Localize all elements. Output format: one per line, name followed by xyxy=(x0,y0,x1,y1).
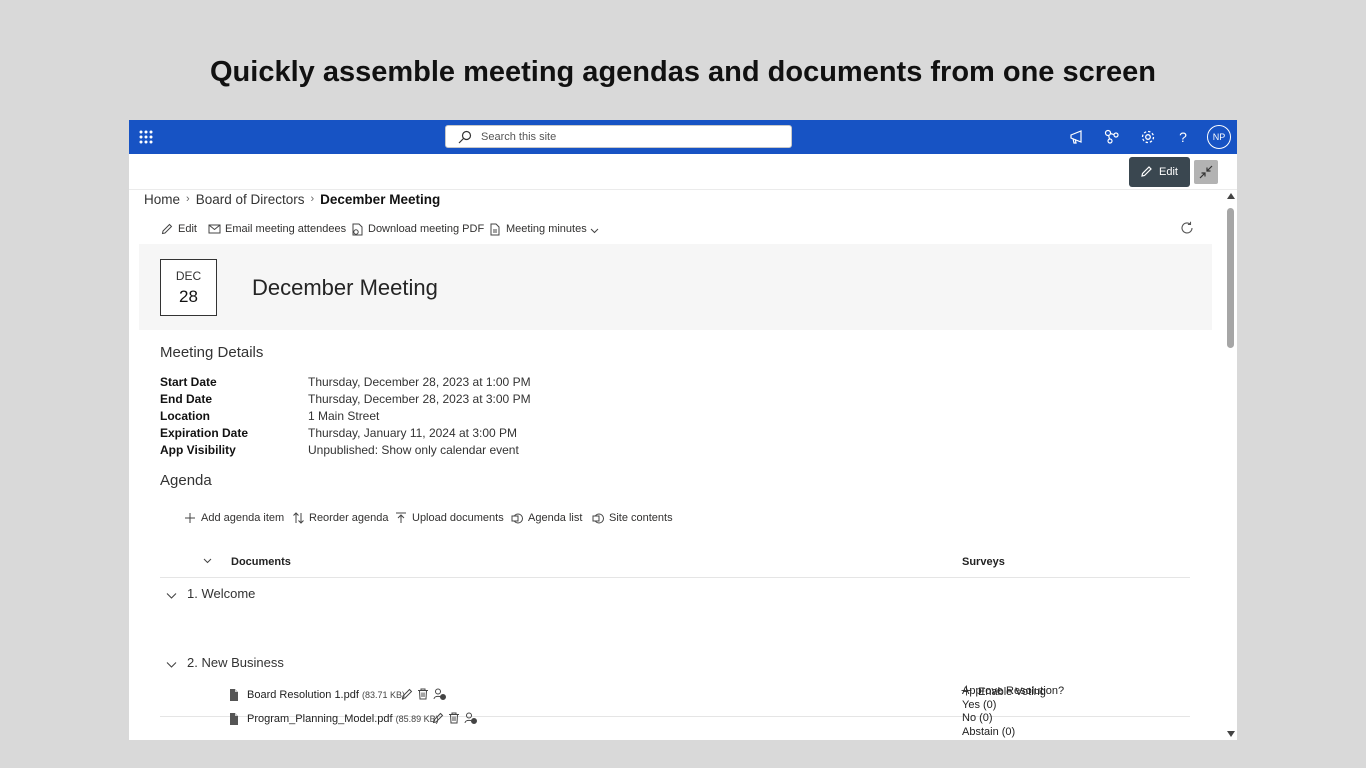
download-pdf-label: Download meeting PDF xyxy=(368,223,485,235)
breadcrumb-current: December Meeting xyxy=(320,191,441,207)
search-input[interactable]: Search this site xyxy=(481,131,556,143)
breadcrumb-board-of-directors[interactable]: Board of Directors xyxy=(196,192,305,207)
document-link[interactable]: Program_Planning_Model.pdf xyxy=(247,713,393,725)
refresh-icon[interactable] xyxy=(1180,221,1194,235)
site-contents-button[interactable]: Site contents xyxy=(592,510,674,526)
sort-arrows-icon xyxy=(293,512,304,524)
agenda-item-label: 2. New Business xyxy=(187,655,284,670)
detail-label: Start Date xyxy=(160,375,217,389)
detail-value: Unpublished: Show only calendar event xyxy=(308,443,519,457)
file-icon xyxy=(230,689,238,701)
gear-icon[interactable] xyxy=(1139,128,1157,146)
date-tile: DEC 28 xyxy=(160,259,217,316)
collapse-arrows-icon xyxy=(1194,165,1218,179)
document-download-icon xyxy=(352,223,363,236)
agenda-list-button[interactable]: Agenda list xyxy=(511,510,583,526)
scrollbar-thumb[interactable] xyxy=(1227,208,1234,348)
page-edit-label: Edit xyxy=(1159,166,1178,178)
chevron-down-icon xyxy=(166,662,177,668)
chevron-right-icon: › xyxy=(310,193,315,206)
page-headline: Quickly assemble meeting agendas and doc… xyxy=(209,56,1157,88)
survey-option: Yes (0) xyxy=(962,698,997,711)
meeting-minutes-dropdown[interactable]: Meeting minutes xyxy=(489,221,604,237)
document-size: (83.71 KB) xyxy=(361,690,406,700)
download-pdf-button[interactable]: Download meeting PDF xyxy=(351,221,485,237)
meeting-title: December Meeting xyxy=(252,275,438,300)
date-day: 28 xyxy=(179,287,198,306)
page-content: Home › Board of Directors › December Meeting… xyxy=(129,190,1225,740)
surveys-column-header[interactable]: Surveys xyxy=(962,556,1005,568)
sharepoint-list-icon xyxy=(511,513,523,524)
mail-icon xyxy=(208,224,221,234)
date-month: DEC xyxy=(175,269,202,283)
user-avatar[interactable]: NP xyxy=(1207,125,1231,149)
pencil-icon xyxy=(161,223,173,235)
share-network-icon[interactable] xyxy=(1103,128,1121,146)
search-icon xyxy=(458,130,472,144)
document-icon xyxy=(490,223,500,236)
sharepoint-window: Search this site ? NP Edit Home › Board … xyxy=(129,120,1237,740)
documents-column-header[interactable]: Documents xyxy=(231,556,291,568)
vertical-scrollbar[interactable] xyxy=(1225,190,1237,740)
detail-value: Thursday, January 11, 2024 at 3:00 PM xyxy=(308,426,518,440)
add-agenda-item-label: Add agenda item xyxy=(201,512,285,524)
detail-label: Expiration Date xyxy=(160,426,249,440)
file-icon xyxy=(230,713,238,725)
collapse-button[interactable] xyxy=(1194,160,1218,184)
meeting-header: DEC 28 December Meeting xyxy=(139,244,1212,330)
survey-question[interactable]: Approve Resolution? xyxy=(962,685,1064,699)
email-attendees-label: Email meeting attendees xyxy=(225,223,347,235)
meeting-details-title: Meeting Details xyxy=(160,344,264,361)
manage-permissions-icon[interactable] xyxy=(433,688,446,700)
survey-option: No (0) xyxy=(962,712,993,724)
agenda-table-header: Documents Surveys xyxy=(160,547,1190,578)
edit-meeting-label: Edit xyxy=(178,223,197,235)
agenda-title: Agenda xyxy=(160,472,212,489)
delete-icon[interactable] xyxy=(448,712,460,724)
add-agenda-item-button[interactable]: Add agenda item xyxy=(184,510,285,526)
breadcrumb-home[interactable]: Home xyxy=(144,192,180,207)
reorder-agenda-button[interactable]: Reorder agenda xyxy=(292,510,389,526)
edit-meeting-button[interactable]: Edit xyxy=(161,221,201,237)
detail-value: 1 Main Street xyxy=(308,409,380,423)
meeting-minutes-label: Meeting minutes xyxy=(506,223,587,235)
upload-documents-label: Upload documents xyxy=(412,512,504,524)
agenda-item-label: 1. Welcome xyxy=(187,586,256,601)
help-icon[interactable]: ? xyxy=(1174,128,1192,146)
survey-results: Approve Resolution? Yes (0) No (0) Absta… xyxy=(962,685,1064,739)
detail-value: Thursday, December 28, 2023 at 3:00 PM xyxy=(308,392,531,406)
chevron-down-icon xyxy=(166,593,177,599)
upload-documents-button[interactable]: Upload documents xyxy=(395,510,504,526)
agenda-list-label: Agenda list xyxy=(528,512,583,524)
page-edit-button[interactable]: Edit xyxy=(1129,157,1190,187)
survey-option: Abstain (0) xyxy=(962,725,1016,738)
search-box[interactable]: Search this site xyxy=(445,125,792,148)
document-link[interactable]: Board Resolution 1.pdf xyxy=(247,689,359,701)
app-launcher-icon[interactable] xyxy=(137,128,155,146)
page-edit-bar: Edit xyxy=(129,154,1237,190)
scroll-down-arrow-icon[interactable] xyxy=(1227,731,1235,737)
upload-icon xyxy=(396,512,406,523)
edit-document-icon[interactable] xyxy=(401,688,413,700)
reorder-agenda-label: Reorder agenda xyxy=(309,512,389,524)
detail-label: App Visibility xyxy=(160,443,236,457)
edit-document-icon[interactable] xyxy=(432,712,444,724)
detail-value: Thursday, December 28, 2023 at 1:00 PM xyxy=(308,375,531,389)
email-attendees-button[interactable]: Email meeting attendees xyxy=(208,221,347,237)
plus-icon xyxy=(185,513,195,523)
detail-label: End Date xyxy=(160,392,213,406)
svg-text:?: ? xyxy=(1179,129,1187,145)
collapse-all-chevron-icon[interactable] xyxy=(203,556,212,565)
manage-permissions-icon[interactable] xyxy=(464,712,477,724)
delete-icon[interactable] xyxy=(417,688,429,700)
chevron-right-icon: › xyxy=(186,193,190,206)
sharepoint-site-icon xyxy=(592,513,604,524)
scroll-up-arrow-icon[interactable] xyxy=(1227,193,1235,199)
detail-label: Location xyxy=(160,409,210,423)
megaphone-icon[interactable] xyxy=(1068,128,1086,146)
pencil-icon xyxy=(1140,165,1153,178)
breadcrumb: Home › Board of Directors › December Meeting xyxy=(144,191,440,207)
site-contents-label: Site contents xyxy=(609,512,673,524)
suite-bar: Search this site ? NP xyxy=(129,120,1237,154)
